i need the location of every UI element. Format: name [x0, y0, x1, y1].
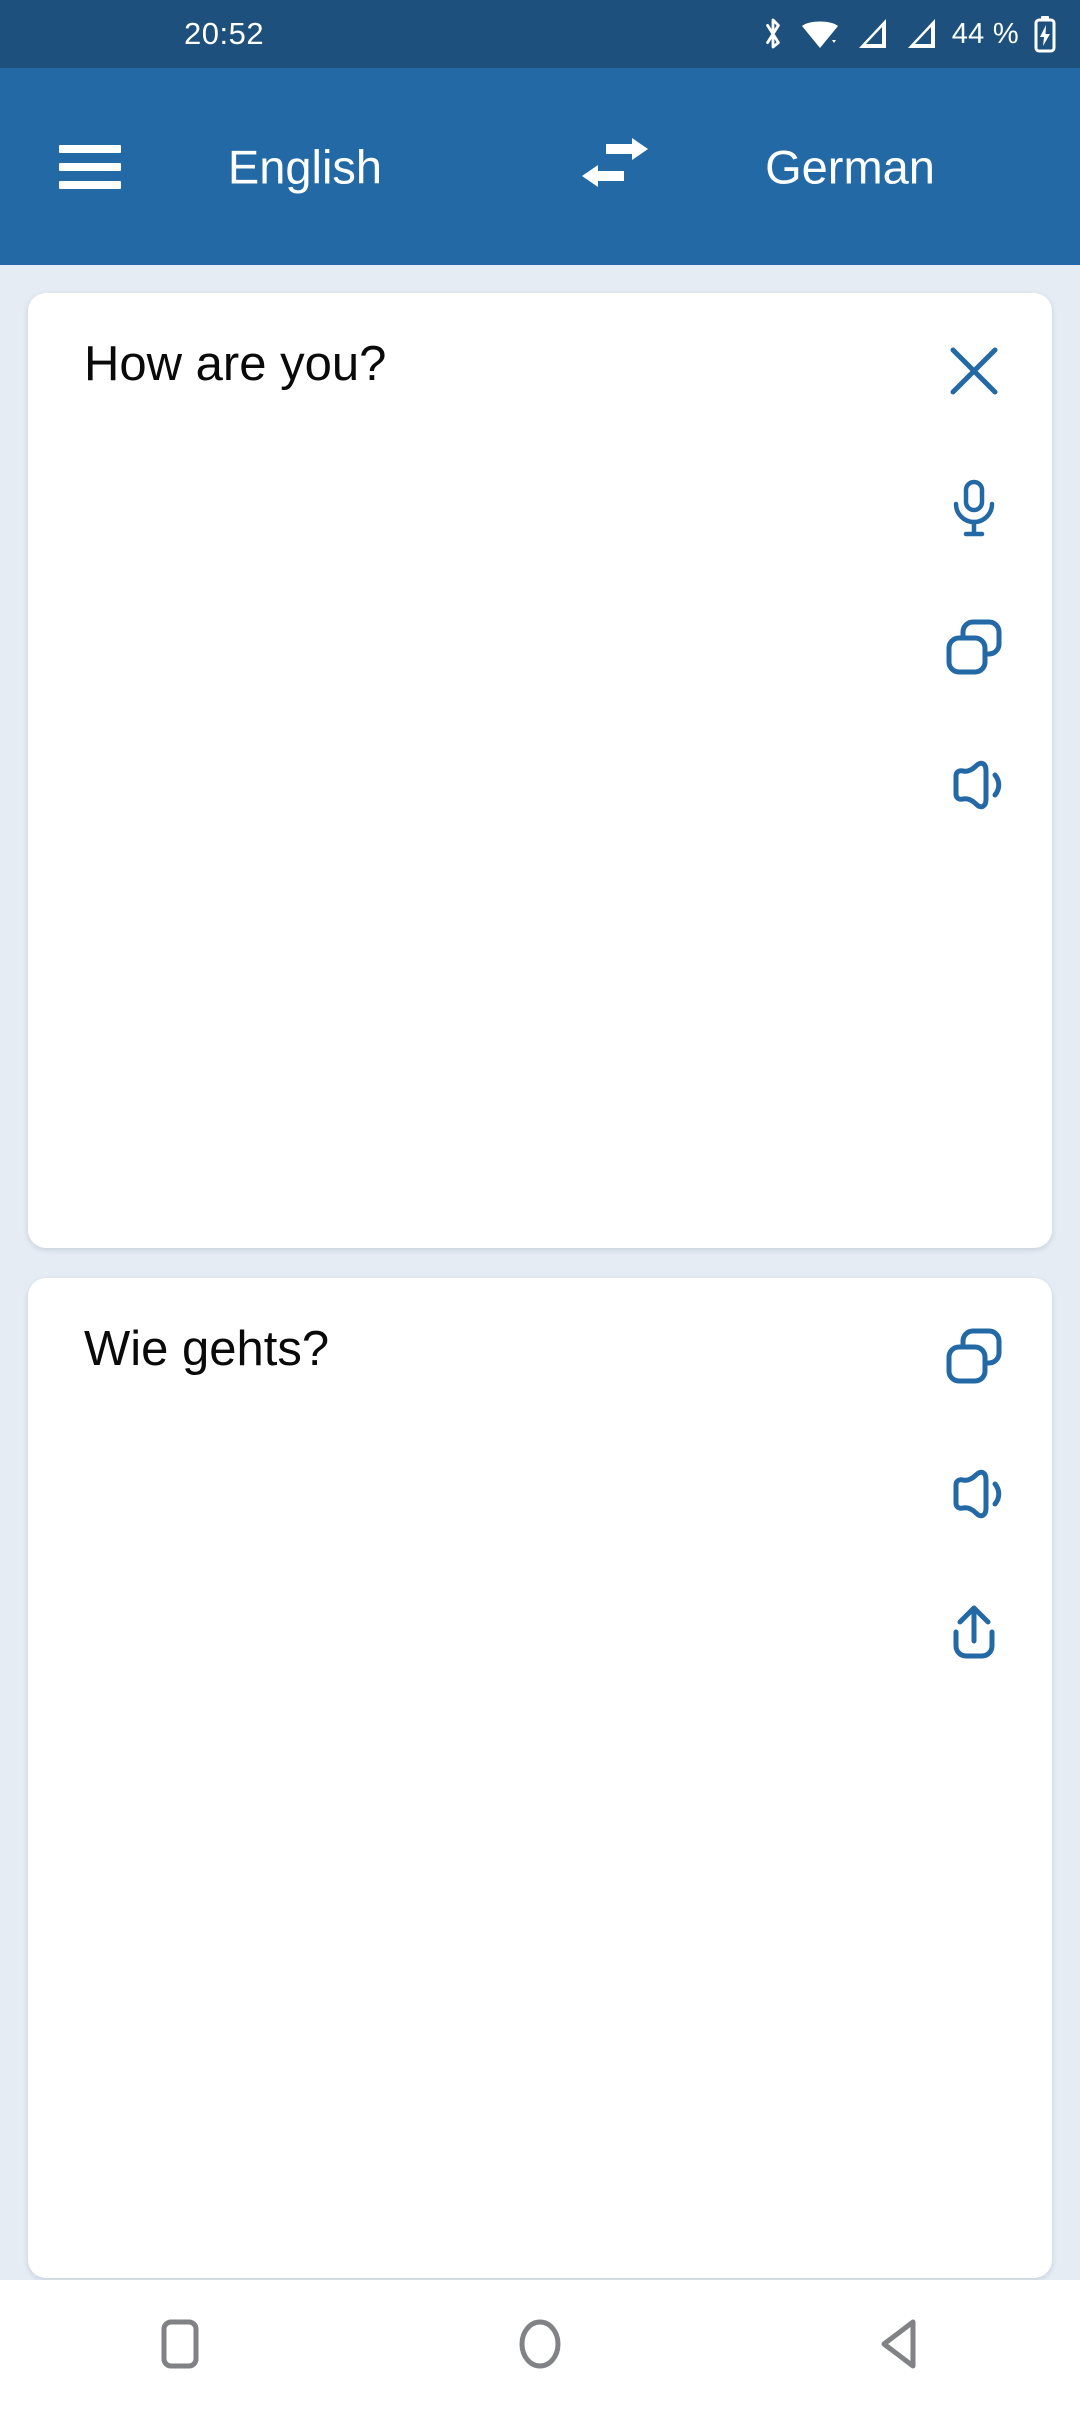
speak-button[interactable]	[922, 733, 1026, 837]
battery-percent-label: 44 %	[951, 17, 1019, 50]
source-text-input[interactable]: How are you?	[84, 333, 902, 396]
source-text-card: How are you?	[28, 293, 1052, 1248]
share-icon	[945, 1601, 1003, 1663]
app-screen: 20:52 44 % English German How are you? W…	[0, 0, 1080, 2412]
battery-charging-icon	[1032, 14, 1058, 54]
recents-button[interactable]	[100, 2280, 260, 2412]
circle-icon	[515, 2317, 565, 2376]
close-icon	[944, 341, 1004, 401]
copy-button[interactable]	[922, 1304, 1026, 1408]
wifi-icon	[799, 15, 841, 53]
speak-button[interactable]	[922, 1442, 1026, 1546]
status-bar-icons: 44 %	[760, 14, 1058, 54]
speaker-icon	[943, 1466, 1005, 1522]
back-button[interactable]	[820, 2280, 980, 2412]
copy-icon	[943, 616, 1005, 678]
home-button[interactable]	[460, 2280, 620, 2412]
translated-text-card: Wie gehts?	[28, 1278, 1052, 2278]
microphone-icon	[945, 478, 1003, 540]
voice-input-button[interactable]	[922, 457, 1026, 561]
swap-arrows-icon	[576, 133, 654, 200]
share-button[interactable]	[922, 1580, 1026, 1684]
target-card-actions	[922, 1304, 1026, 1684]
android-navigation-bar	[0, 2280, 1080, 2412]
status-bar-clock: 20:52	[184, 16, 265, 51]
signal-icon-1	[854, 15, 890, 53]
status-bar: 20:52 44 %	[0, 0, 1080, 68]
signal-icon-2	[903, 15, 939, 53]
source-card-actions	[922, 319, 1026, 837]
square-icon	[157, 2317, 203, 2376]
bluetooth-icon	[760, 15, 786, 53]
translated-text: Wie gehts?	[84, 1322, 330, 1376]
triangle-left-icon	[877, 2317, 923, 2376]
copy-icon	[943, 1325, 1005, 1387]
app-bar: English German	[0, 68, 1080, 265]
source-language-selector[interactable]: English	[0, 139, 520, 194]
copy-button[interactable]	[922, 595, 1026, 699]
clear-button[interactable]	[922, 319, 1026, 423]
speaker-icon	[943, 757, 1005, 813]
target-language-selector[interactable]: German	[650, 139, 1080, 194]
